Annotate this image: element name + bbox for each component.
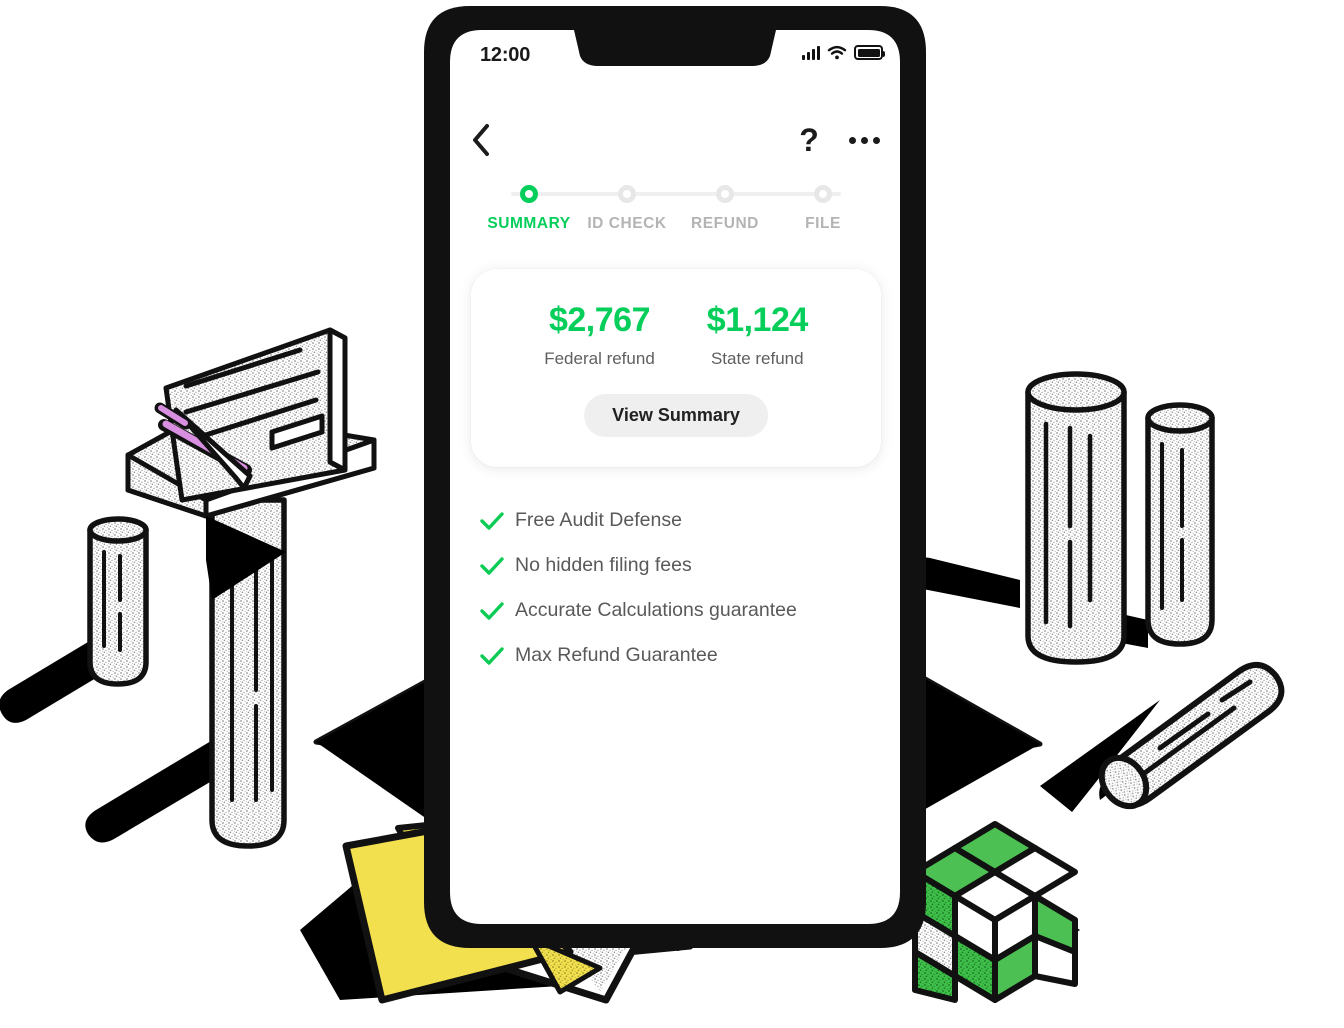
step-label: ID CHECK (587, 215, 667, 232)
wifi-icon (827, 45, 847, 60)
view-summary-button[interactable]: View Summary (584, 394, 768, 437)
illustration-scene: 12:00 ? SUMMARY ID CHECK REFUND FILE $2,… (0, 0, 1344, 1028)
stepper-item-file[interactable]: FILE (777, 168, 869, 248)
check-icon (469, 510, 515, 532)
step-dot-icon (520, 185, 538, 203)
menu-dot (872, 136, 880, 144)
nav-bar: ? (447, 118, 905, 170)
check-icon (469, 555, 515, 577)
step-label: REFUND (691, 215, 759, 232)
federal-refund: $2,767 Federal refund (544, 303, 655, 369)
list-item: No hidden filing fees (469, 543, 889, 588)
stepper-item-refund[interactable]: REFUND (679, 168, 771, 248)
menu-dot (860, 136, 868, 144)
status-bar: 12:00 (447, 44, 905, 74)
phone-screen: 12:00 ? SUMMARY ID CHECK REFUND FILE $2,… (447, 26, 905, 991)
cellular-signal-icon (802, 45, 820, 60)
state-refund: $1,124 State refund (706, 301, 809, 369)
stepper-item-id-check[interactable]: ID CHECK (581, 168, 673, 248)
feature-label: Max Refund Guarantee (515, 644, 718, 666)
refund-summary-card: $2,767 Federal refund $1,124 State refun… (471, 269, 881, 467)
state-refund-label: State refund (710, 349, 804, 368)
step-label: SUMMARY (487, 215, 571, 232)
feature-label: No hidden filing fees (515, 554, 692, 576)
feature-label: Free Audit Defense (515, 509, 682, 531)
feature-list: Free Audit Defense No hidden filing fees… (469, 498, 889, 678)
feature-label: Accurate Calculations guarantee (515, 599, 797, 621)
step-dot-icon (716, 185, 734, 203)
step-dot-icon (618, 185, 636, 203)
list-item: Accurate Calculations guarantee (469, 588, 889, 633)
battery-full-icon (854, 45, 885, 60)
refund-amounts: $2,767 Federal refund $1,124 State refun… (471, 303, 881, 369)
overflow-menu-button[interactable] (841, 118, 887, 162)
federal-refund-amount: $2,767 (548, 301, 651, 339)
state-refund-amount: $1,124 (706, 301, 809, 339)
back-button[interactable] (459, 118, 503, 162)
menu-dot (848, 136, 856, 144)
federal-refund-label: Federal refund (544, 349, 655, 368)
check-icon (469, 600, 515, 622)
step-dot-icon (814, 185, 832, 203)
chevron-left-icon (473, 124, 489, 156)
check-icon (469, 645, 515, 667)
help-button[interactable]: ? (789, 118, 829, 162)
list-item: Free Audit Defense (469, 498, 889, 543)
progress-stepper: SUMMARY ID CHECK REFUND FILE (447, 168, 905, 248)
status-time: 12:00 (480, 44, 531, 66)
status-icons (802, 45, 885, 60)
step-label: FILE (805, 215, 841, 232)
stepper-item-summary[interactable]: SUMMARY (483, 168, 575, 248)
list-item: Max Refund Guarantee (469, 633, 889, 678)
